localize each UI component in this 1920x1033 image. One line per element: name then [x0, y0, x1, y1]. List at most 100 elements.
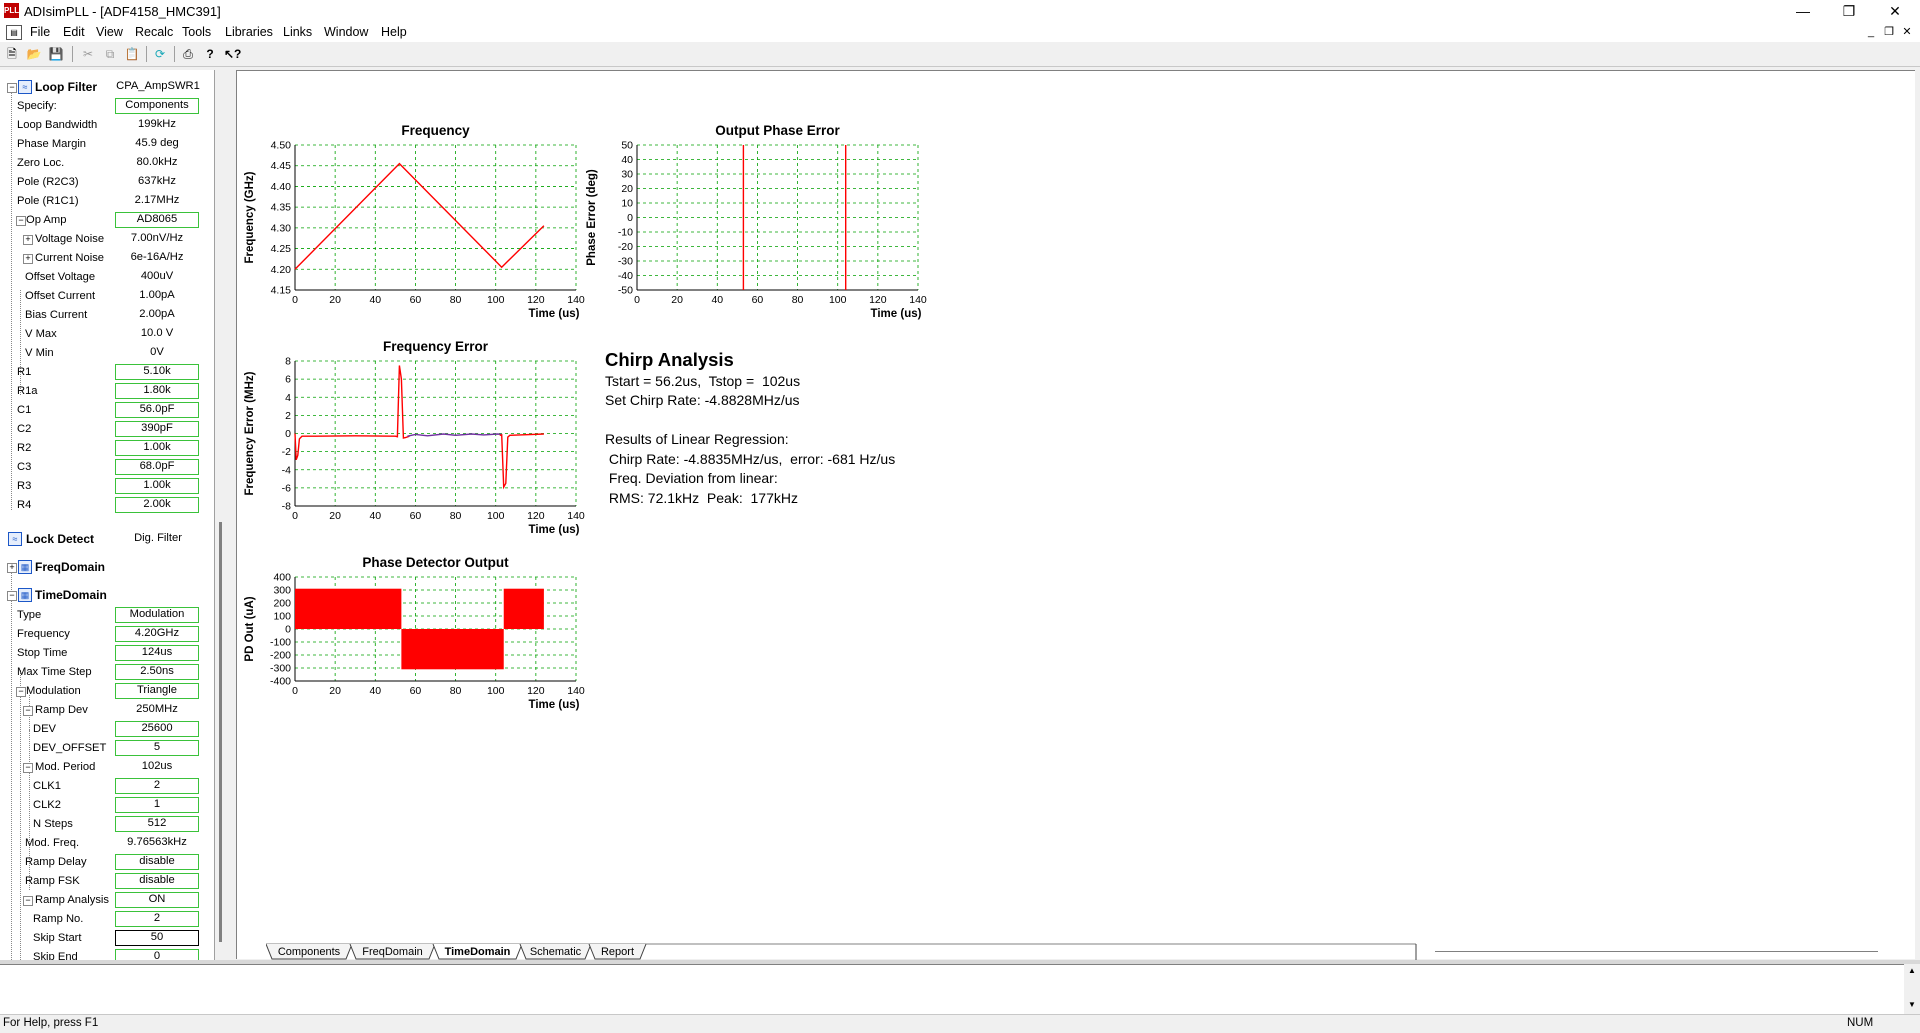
save-icon[interactable]: 💾 [48, 46, 64, 62]
property-row-dev-offset[interactable]: DEV_OFFSET 5 [0, 739, 210, 758]
property-row-mod-freq[interactable]: Mod. Freq. 9.76563kHz [0, 834, 210, 853]
menu-file[interactable]: File [30, 25, 50, 39]
property-value-field[interactable]: disable [115, 873, 199, 889]
property-value-field[interactable]: Triangle [115, 683, 199, 699]
property-value-field[interactable]: AD8065 [115, 212, 199, 228]
expand-toggle-icon[interactable]: − [23, 896, 33, 906]
section-timedomain[interactable]: − ▦ TimeDomain [0, 586, 210, 605]
property-row-pole-r2c3[interactable]: Pole (R2C3) 637kHz [0, 173, 210, 192]
property-row-c1[interactable]: C1 56.0pF [0, 401, 210, 420]
property-row-c3[interactable]: C3 68.0pF [0, 458, 210, 477]
document-icon[interactable]: ▤ [6, 25, 22, 40]
property-row-specify[interactable]: Specify: Components [0, 97, 210, 116]
menu-help[interactable]: Help [381, 25, 407, 39]
property-value-field[interactable]: Components [115, 98, 199, 114]
property-row-skip-start[interactable]: Skip Start 50 [0, 929, 210, 948]
expand-toggle-icon[interactable]: + [23, 235, 33, 245]
property-row-clk1[interactable]: CLK1 2 [0, 777, 210, 796]
property-row-r1a[interactable]: R1a 1.80k [0, 382, 210, 401]
expand-toggle-icon[interactable]: − [7, 591, 17, 601]
cut-icon[interactable]: ✂ [80, 46, 96, 62]
property-row-current-noise[interactable]: + Current Noise 6e-16A/Hz [0, 249, 210, 268]
paste-icon[interactable]: 📋 [124, 46, 140, 62]
property-value-field[interactable]: 1 [115, 797, 199, 813]
new-icon[interactable]: 🗎 [4, 46, 20, 62]
property-row-ramp-analysis[interactable]: − Ramp Analysis ON [0, 891, 210, 910]
tab-timedomain[interactable]: TimeDomain [432, 943, 523, 960]
horizontal-scrollbar[interactable] [1435, 951, 1878, 952]
property-row-ramp-fsk[interactable]: Ramp FSK disable [0, 872, 210, 891]
property-row-frequency[interactable]: Frequency 4.20GHz [0, 625, 210, 644]
menu-tools[interactable]: Tools [182, 25, 211, 39]
expand-toggle-icon[interactable]: + [7, 563, 17, 573]
property-row-modulation[interactable]: − Modulation Triangle [0, 682, 210, 701]
copy-icon[interactable]: ⧉ [102, 46, 118, 62]
property-row-mod-period[interactable]: − Mod. Period 102us [0, 758, 210, 777]
maximize-icon[interactable]: ❐ [1826, 0, 1872, 22]
property-value-field[interactable]: 1.00k [115, 440, 199, 456]
expand-toggle-icon[interactable]: − [23, 706, 33, 716]
tab-report[interactable]: Report [588, 943, 647, 960]
help-icon[interactable]: ? [202, 46, 218, 62]
open-icon[interactable]: 📂 [26, 46, 42, 62]
property-row-ramp-delay[interactable]: Ramp Delay disable [0, 853, 210, 872]
property-value-field[interactable]: 390pF [115, 421, 199, 437]
property-value-field[interactable]: 50 [115, 930, 199, 946]
expand-toggle-icon[interactable]: − [16, 687, 26, 697]
property-row-type[interactable]: Type Modulation [0, 606, 210, 625]
property-value-field[interactable]: ON [115, 892, 199, 908]
property-value-field[interactable]: 1.00k [115, 478, 199, 494]
property-row-dev[interactable]: DEV 25600 [0, 720, 210, 739]
scroll-down-icon[interactable]: ▼ [1908, 1000, 1916, 1009]
property-value-field[interactable]: 124us [115, 645, 199, 661]
property-row-v-min[interactable]: V Min 0V [0, 344, 210, 363]
mdi-minimize-icon[interactable]: _ [1862, 25, 1880, 39]
expand-toggle-icon[interactable]: + [23, 254, 33, 264]
menu-libraries[interactable]: Libraries [225, 25, 273, 39]
property-row-r1[interactable]: R1 5.10k [0, 363, 210, 382]
property-row-bias-current[interactable]: Bias Current 2.00pA [0, 306, 210, 325]
tab-components[interactable]: Components [266, 943, 353, 960]
property-row-op-amp[interactable]: − Op Amp AD8065 [0, 211, 210, 230]
tab-freqdomain[interactable]: FreqDomain [349, 943, 436, 960]
property-value-field[interactable]: 2.00k [115, 497, 199, 513]
property-value-field[interactable]: 512 [115, 816, 199, 832]
section-loop-filter[interactable]: − ≈ Loop Filter CPA_AmpSWR1 [0, 78, 210, 97]
property-row-c2[interactable]: C2 390pF [0, 420, 210, 439]
property-value-field[interactable]: 68.0pF [115, 459, 199, 475]
recalc-icon[interactable]: ⟳ [152, 46, 168, 62]
property-row-phase-margin[interactable]: Phase Margin 45.9 deg [0, 135, 210, 154]
property-value-field[interactable]: 5 [115, 740, 199, 756]
menu-links[interactable]: Links [283, 25, 312, 39]
context-help-icon[interactable]: ↖? [224, 46, 241, 62]
menu-view[interactable]: View [96, 25, 123, 39]
scroll-up-icon[interactable]: ▲ [1908, 966, 1916, 975]
tree-scrollbar[interactable] [219, 522, 222, 942]
property-value-field[interactable]: 56.0pF [115, 402, 199, 418]
property-row-r3[interactable]: R3 1.00k [0, 477, 210, 496]
property-row-r2[interactable]: R2 1.00k [0, 439, 210, 458]
property-row-loop-bandwidth[interactable]: Loop Bandwidth 199kHz [0, 116, 210, 135]
menu-edit[interactable]: Edit [63, 25, 85, 39]
mdi-restore-icon[interactable]: ❐ [1880, 25, 1898, 39]
menu-recalc[interactable]: Recalc [135, 25, 173, 39]
section-lock-detect[interactable]: ≈ Lock Detect Dig. Filter [0, 530, 210, 549]
property-row-pole-r1c1[interactable]: Pole (R1C1) 2.17MHz [0, 192, 210, 211]
property-value-field[interactable]: 4.20GHz [115, 626, 199, 642]
property-row-v-max[interactable]: V Max 10.0 V [0, 325, 210, 344]
property-value-field[interactable]: 1.80k [115, 383, 199, 399]
property-row-stop-time[interactable]: Stop Time 124us [0, 644, 210, 663]
property-row-offset-voltage[interactable]: Offset Voltage 400uV [0, 268, 210, 287]
output-scrollbar[interactable]: ▲ ▼ [1904, 964, 1920, 1014]
property-row-n-steps[interactable]: N Steps 512 [0, 815, 210, 834]
section-freqdomain[interactable]: + ▦ FreqDomain [0, 558, 210, 577]
property-row-ramp-no[interactable]: Ramp No. 2 [0, 910, 210, 929]
property-value-field[interactable]: 5.10k [115, 364, 199, 380]
property-value-field[interactable]: Modulation [115, 607, 199, 623]
property-row-voltage-noise[interactable]: + Voltage Noise 7.00nV/Hz [0, 230, 210, 249]
expand-toggle-icon[interactable]: − [7, 83, 17, 93]
property-value-field[interactable]: 2.50ns [115, 664, 199, 680]
property-row-r4[interactable]: R4 2.00k [0, 496, 210, 515]
property-value-field[interactable]: disable [115, 854, 199, 870]
property-row-ramp-dev[interactable]: − Ramp Dev 250MHz [0, 701, 210, 720]
